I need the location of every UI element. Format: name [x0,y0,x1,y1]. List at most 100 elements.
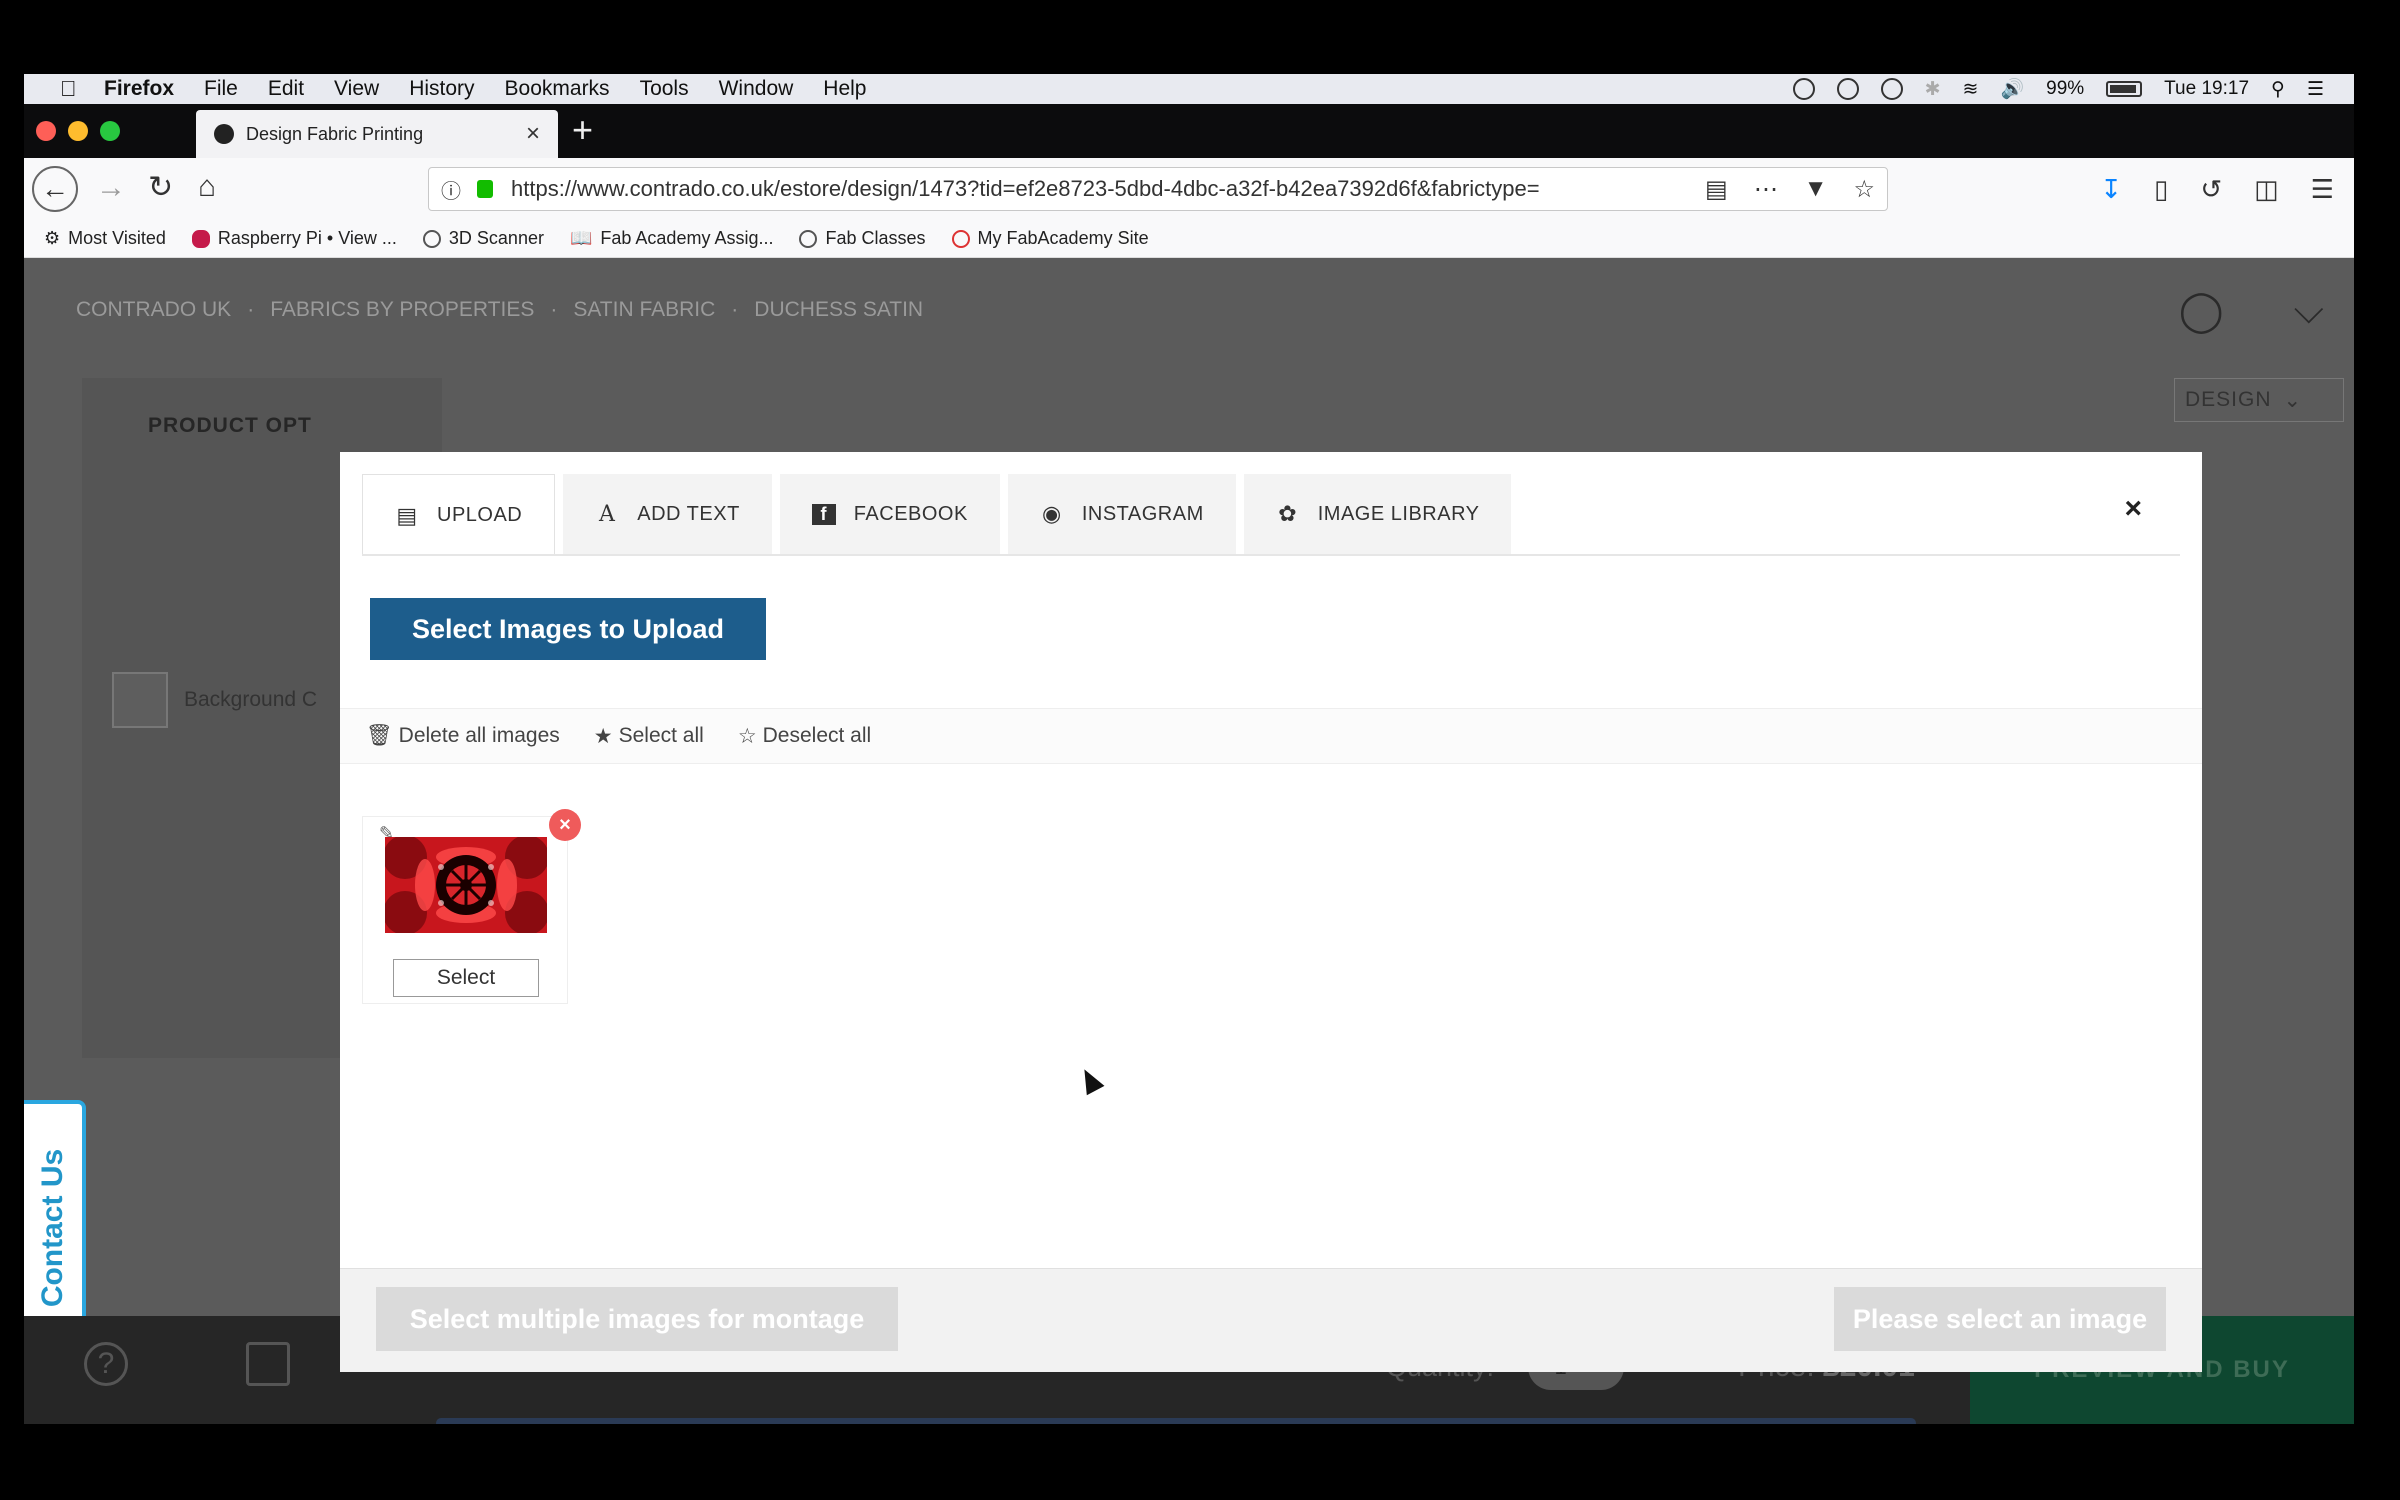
menu-file[interactable]: File [204,77,238,101]
reader-view-icon[interactable]: ▤ [1705,175,1728,204]
tab-upload[interactable]: ▤ UPLOAD [362,474,556,556]
breadcrumb-item[interactable]: CONTRADO UK [76,298,231,322]
menu-help[interactable]: Help [823,77,866,101]
select-image-button[interactable]: Please select an image [1834,1287,2166,1351]
bookmark-fab-academy[interactable]: 📖 Fab Academy Assig... [570,228,774,249]
library-icon[interactable]: ▯ [2154,174,2168,205]
time-machine-icon[interactable] [1880,78,1903,100]
battery-icon[interactable] [2106,81,2143,97]
creative-cloud-icon[interactable] [1836,78,1859,100]
history-icon[interactable]: ↺ [2200,174,2222,205]
url-bar[interactable]: ⓘ https://www.contrado.co.uk/estore/desi… [428,167,1888,211]
tab-close-icon[interactable]: × [526,120,540,148]
remove-image-icon[interactable]: × [549,809,581,841]
volume-icon[interactable]: 🔊 [2000,77,2024,101]
browser-tab-strip: Design Fabric Printing × + [24,104,2354,158]
page-header-icons: ◯ ⌵ [2179,288,2324,334]
bookmark-star-icon[interactable]: ☆ [1853,175,1875,204]
globe-icon [422,229,441,248]
facebook-icon: f [811,503,836,525]
product-options-label[interactable]: PRODUCT OPT [148,414,312,438]
tab-title: Design Fabric Printing [246,123,424,144]
tab-instagram[interactable]: ◉ INSTAGRAM [1007,474,1236,554]
lock-icon[interactable] [477,180,493,198]
reload-icon[interactable]: ↻ [148,173,173,203]
battery-percent: 99% [2046,78,2085,99]
menu-window[interactable]: Window [719,77,794,101]
image-upload-modal: × ▤ UPLOAD A ADD TEXT f FACEBOOK ◉ INSTAGRAM… [340,452,2202,1372]
trash-icon: 🗑 [366,724,393,747]
sidebar-icon[interactable]: ◫ [2254,174,2279,205]
modal-tabs: ▤ UPLOAD A ADD TEXT f FACEBOOK ◉ INSTAGRAM ✿… [362,474,1512,556]
user-icon[interactable]: ◯ [2179,288,2224,334]
help-icon[interactable]: ? [84,1342,128,1386]
menu-status-area: ✱ ≋ 🔊 99% Tue 19:17 ⚲ ☰ [1792,77,2324,101]
bookmark-fab-classes[interactable]: Fab Classes [799,228,926,249]
image-actions-bar: 🗑 Delete all images ★ Select all ☆ Deselect… [340,708,2202,764]
hamburger-menu-icon[interactable]: ☰ [2311,174,2334,205]
select-images-upload-button[interactable]: Select Images to Upload [370,598,766,660]
horizontal-scrollbar[interactable] [436,1418,1916,1424]
uploaded-image-card: ✎ × Select [362,809,581,1004]
breadcrumb-item[interactable]: SATIN FABRIC [573,298,715,322]
background-color-label: Background C [184,688,318,711]
back-arrow-icon[interactable]: ← [32,166,78,212]
close-icon[interactable]: × [2124,492,2142,526]
clock[interactable]: Tue 19:17 [2164,78,2249,100]
tab-facebook[interactable]: f FACEBOOK [779,474,1000,554]
image-thumbnail[interactable] [385,837,547,933]
spotlight-icon[interactable]: ⚲ [2271,78,2285,101]
instagram-icon: ◉ [1041,501,1062,526]
record-icon[interactable] [1792,78,1815,100]
menu-edit[interactable]: Edit [268,77,304,101]
wifi-icon[interactable]: ≋ [1963,78,1979,101]
window-zoom-icon[interactable] [100,121,120,141]
menu-app[interactable]: Firefox [104,77,174,101]
breadcrumb: CONTRADO UK · FABRICS BY PROPERTIES · SATI… [76,298,924,322]
paw-icon: ✿ [1278,501,1298,526]
window-close-icon[interactable] [36,121,56,141]
basket-icon[interactable]: ⌵ [2294,288,2324,334]
download-icon[interactable]: ↧ [2100,174,2122,205]
breadcrumb-item[interactable]: DUCHESS SATIN [754,298,923,322]
apple-icon[interactable]:  [60,78,80,100]
tab-image-library[interactable]: ✿ IMAGE LIBRARY [1243,474,1512,554]
page-actions-icon[interactable]: ⋯ [1754,175,1778,204]
tab-add-text[interactable]: A ADD TEXT [563,474,772,554]
raspberry-icon [191,229,210,248]
menu-history[interactable]: History [409,77,474,101]
info-icon[interactable]: ⓘ [441,175,461,204]
menu-bookmarks[interactable]: Bookmarks [505,77,610,101]
background-color-swatch[interactable] [112,672,168,728]
notification-center-icon[interactable]: ☰ [2307,78,2324,101]
montage-button[interactable]: Select multiple images for montage [376,1287,898,1351]
breadcrumb-item[interactable]: FABRICS BY PROPERTIES [270,298,534,322]
delete-all-images-link[interactable]: 🗑 Delete all images [366,724,560,748]
bluetooth-icon[interactable]: ✱ [1925,78,1941,101]
chevron-down-icon: ⌄ [2283,388,2303,412]
forward-arrow-icon[interactable]: → [96,173,126,203]
modal-footer: Select multiple images for montage Pleas… [340,1268,2202,1372]
bookmark-my-fabacademy[interactable]: My FabAcademy Site [951,228,1149,249]
tabs-divider [362,554,2180,556]
new-tab-icon[interactable]: + [572,112,593,148]
bookmark-most-visited[interactable]: ⚙ Most Visited [44,228,166,249]
thumbnail-select-button[interactable]: Select [393,959,539,997]
url-text[interactable]: https://www.contrado.co.uk/estore/design… [511,176,1691,202]
text-icon: A [599,501,616,527]
bookmark-raspberry-pi[interactable]: Raspberry Pi • View ... [191,228,397,249]
menu-view[interactable]: View [334,77,379,101]
star-filled-icon: ★ [593,724,613,748]
window-minimize-icon[interactable] [68,121,88,141]
bookmark-3d-scanner[interactable]: 3D Scanner [422,228,544,249]
deselect-all-link[interactable]: ☆ Deselect all [738,724,871,749]
save-icon[interactable] [246,1342,290,1386]
menu-tools[interactable]: Tools [640,77,689,101]
design-dropdown[interactable]: DESIGN ⌄ [2174,378,2344,422]
globe-icon [799,229,818,248]
select-all-link[interactable]: ★ Select all [594,724,704,749]
screen:  Firefox File Edit View History Bookmar… [24,74,2354,1424]
home-icon[interactable]: ⌂ [198,172,216,202]
pocket-icon[interactable]: ▼ [1804,175,1828,204]
browser-tab[interactable]: Design Fabric Printing × [196,110,558,158]
